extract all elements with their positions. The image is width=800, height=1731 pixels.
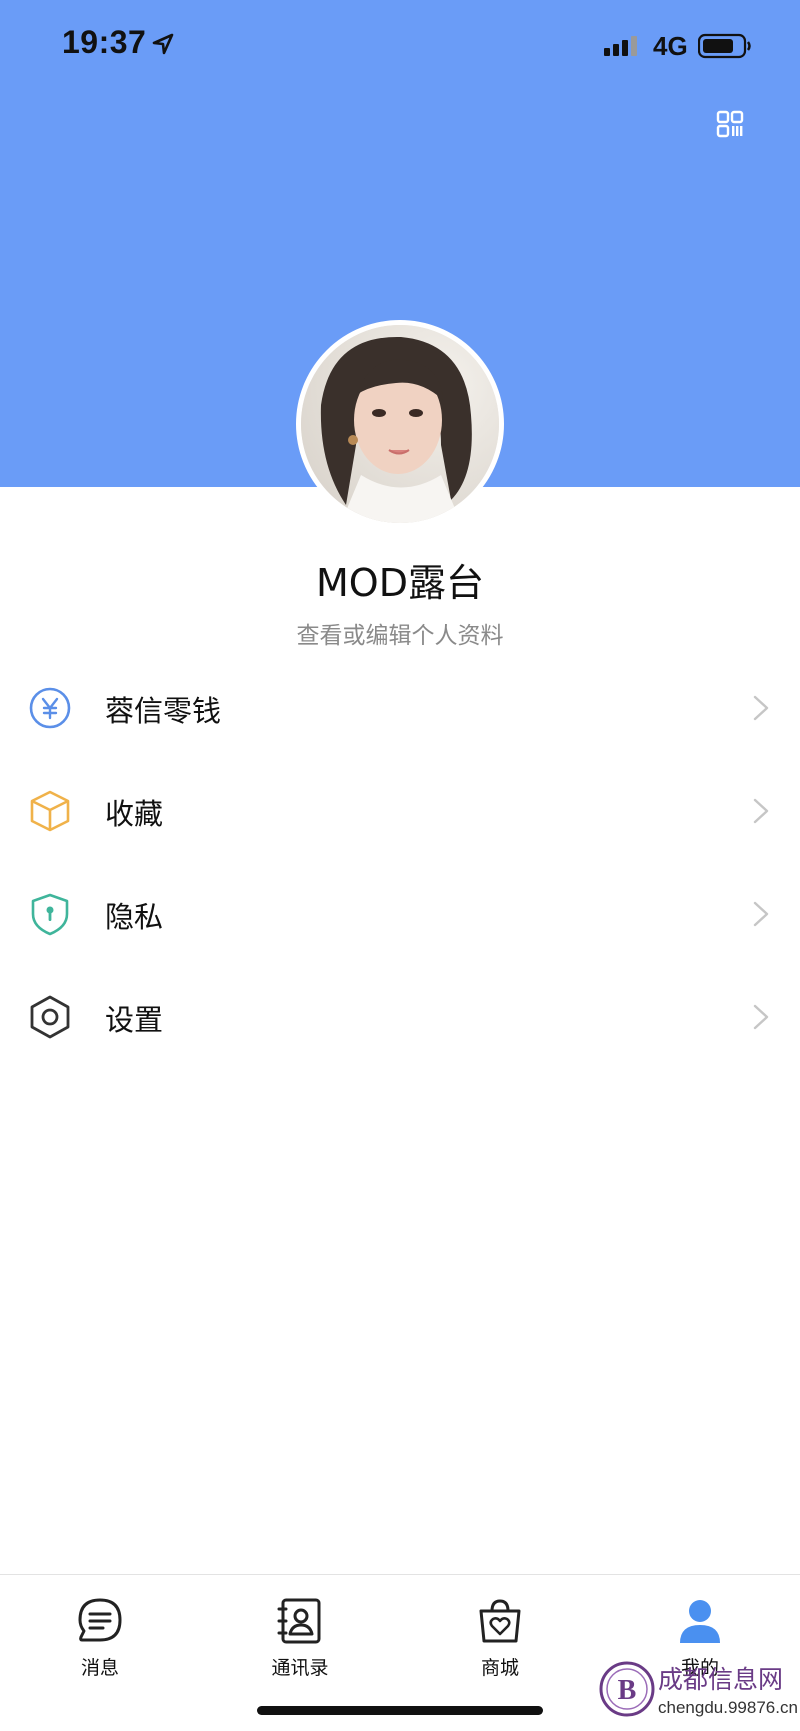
- status-bar: 19:37 4G: [0, 0, 800, 90]
- box-icon: [30, 790, 70, 832]
- menu-item-label: 隐私: [105, 900, 164, 934]
- menu-list: 蓉信零钱 收藏 隐私 设置: [0, 656, 800, 1068]
- profile-photo-icon: [301, 325, 499, 523]
- menu-item-settings[interactable]: 设置: [0, 965, 800, 1068]
- avatar[interactable]: [296, 320, 504, 528]
- chevron-right-icon: [753, 901, 769, 927]
- edit-profile-link[interactable]: 查看或编辑个人资料: [0, 616, 800, 650]
- menu-item-wallet[interactable]: 蓉信零钱: [0, 656, 800, 759]
- qr-code-icon[interactable]: [716, 110, 744, 138]
- watermark-url: chengdu.99876.cn: [658, 1698, 798, 1717]
- battery-icon: [698, 33, 751, 59]
- tab-label: 商城: [480, 1657, 519, 1679]
- location-arrow-icon: [152, 33, 174, 55]
- shopping-bag-icon: [479, 1599, 521, 1643]
- watermark-title: 成都信息网: [658, 1665, 784, 1694]
- status-time: 19:37: [62, 24, 147, 60]
- person-icon: [680, 1600, 720, 1643]
- menu-item-label: 设置: [105, 1003, 164, 1037]
- home-indicator: [257, 1706, 543, 1715]
- watermark: B 成都信息网 chengdu.99876.cn: [598, 1656, 798, 1728]
- message-icon: [78, 1598, 122, 1642]
- menu-item-label: 收藏: [105, 797, 164, 831]
- chevron-right-icon: [753, 1004, 769, 1030]
- signal-icon: [604, 36, 637, 56]
- watermark-logo-icon: B: [599, 1661, 655, 1717]
- tab-messages[interactable]: 消息: [30, 1587, 170, 1687]
- menu-item-favorites[interactable]: 收藏: [0, 759, 800, 862]
- network-label: 4G: [653, 31, 688, 61]
- tab-label: 消息: [80, 1657, 119, 1679]
- svg-text:B: B: [618, 1675, 637, 1706]
- tab-contacts[interactable]: 通讯录: [230, 1587, 370, 1687]
- contacts-icon: [277, 1598, 321, 1644]
- tab-mall[interactable]: 商城: [430, 1587, 570, 1687]
- tab-label: 通讯录: [271, 1657, 329, 1679]
- menu-item-label: 蓉信零钱: [105, 694, 222, 728]
- yen-coin-icon: [29, 687, 71, 729]
- menu-item-privacy[interactable]: 隐私: [0, 862, 800, 965]
- chevron-right-icon: [753, 695, 769, 721]
- profile-name[interactable]: MOD露台: [0, 552, 800, 607]
- chevron-right-icon: [753, 798, 769, 824]
- hexagon-gear-icon: [30, 995, 70, 1039]
- shield-lock-icon: [31, 893, 69, 936]
